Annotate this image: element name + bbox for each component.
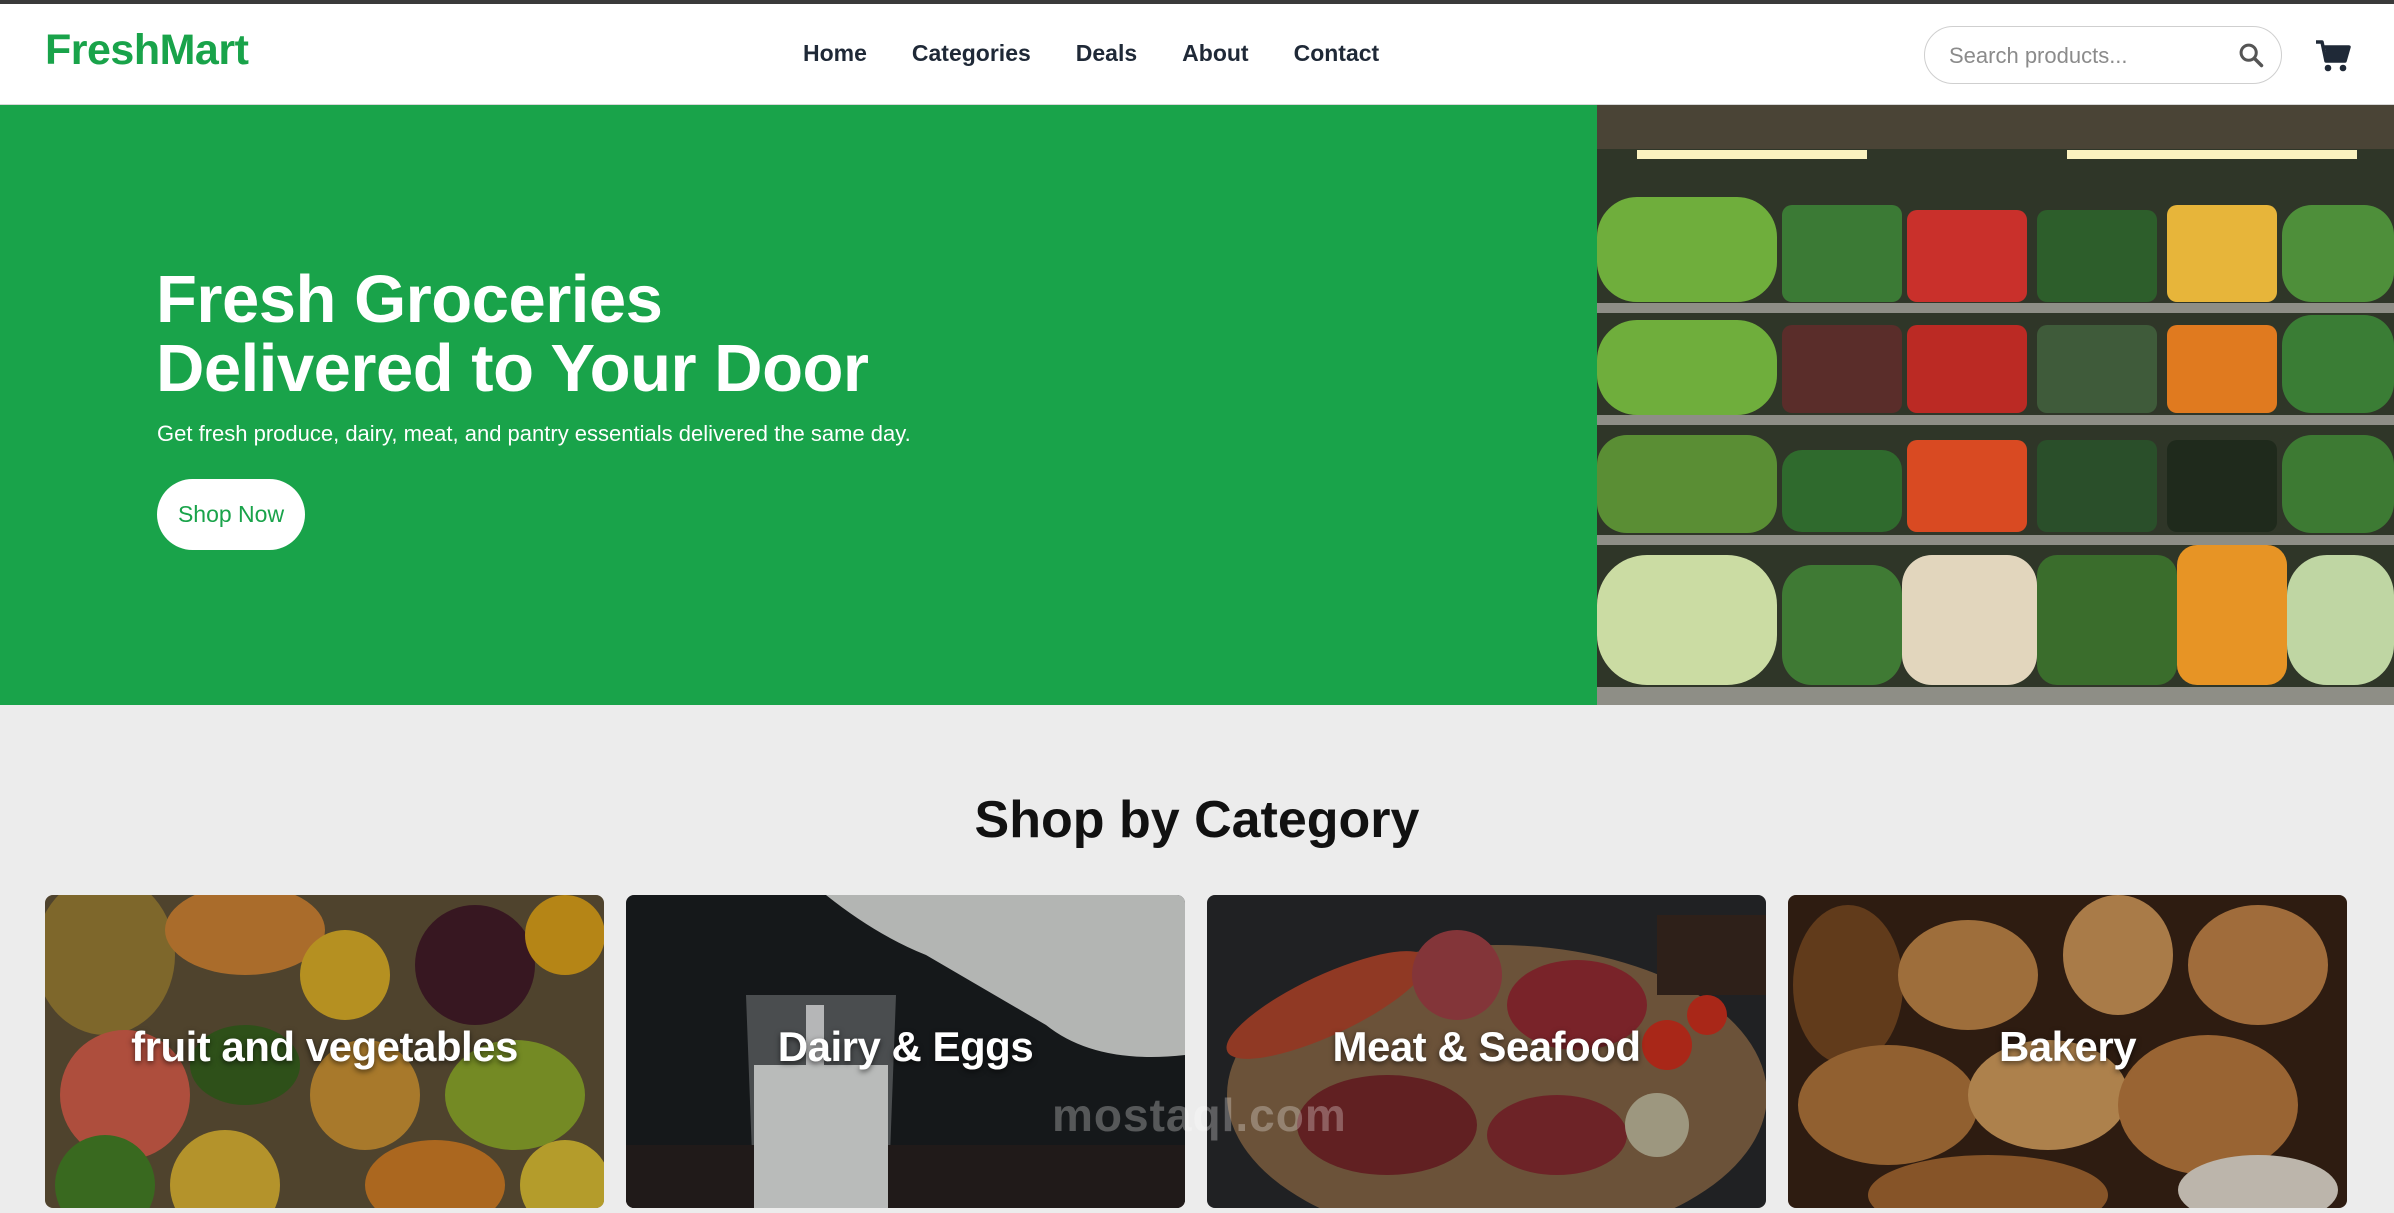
brand-logo[interactable]: FreshMart (45, 26, 249, 75)
site-header: FreshMart Home Categories Deals About Co… (0, 4, 2394, 105)
category-section-title: Shop by Category (974, 791, 1420, 849)
nav-about[interactable]: About (1182, 40, 1248, 67)
search-icon[interactable] (2237, 41, 2265, 69)
hero-title: Fresh Groceries Delivered to Your Door (156, 262, 869, 406)
hero-subtitle: Get fresh produce, dairy, meat, and pant… (157, 421, 911, 446)
search-box (1924, 26, 2282, 84)
cart-icon[interactable] (2315, 39, 2351, 73)
category-label: Dairy & Eggs (777, 1023, 1034, 1070)
supermarket-produce-shelves-image (1597, 105, 2394, 705)
category-label: Bakery (1998, 1023, 2137, 1070)
shop-now-button[interactable]: Shop Now (157, 479, 305, 550)
category-card-dairy-eggs[interactable]: Dairy & Eggs (626, 895, 1185, 1208)
nav-categories[interactable]: Categories (912, 40, 1031, 67)
category-card-fruit-vegetables[interactable]: fruit and vegetables (45, 895, 604, 1208)
category-card-meat-seafood[interactable]: Meat & Seafood (1207, 895, 1766, 1208)
category-label: Meat & Seafood (1332, 1023, 1641, 1070)
nav-home[interactable]: Home (803, 40, 867, 67)
category-card-bakery[interactable]: Bakery (1788, 895, 2347, 1208)
category-label: fruit and vegetables (131, 1023, 518, 1070)
main-nav: Home Categories Deals About Contact (803, 40, 1379, 67)
nav-contact[interactable]: Contact (1294, 40, 1380, 67)
search-input[interactable] (1947, 27, 2231, 84)
hero-banner: Fresh Groceries Delivered to Your Door Ge… (0, 105, 1597, 705)
nav-deals[interactable]: Deals (1076, 40, 1137, 67)
